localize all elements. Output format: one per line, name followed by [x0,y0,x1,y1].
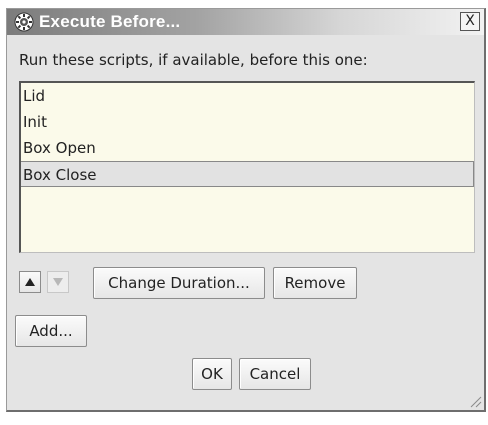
scripts-list[interactable]: Lid Init Box Open Box Close [19,81,475,253]
add-button[interactable]: Add... [15,315,87,347]
gear-icon [13,11,35,33]
list-item[interactable]: Box Open [21,135,474,161]
triangle-down-icon [53,278,63,286]
resize-grip[interactable] [468,394,482,408]
title-bar[interactable]: Execute Before... X [7,9,484,35]
execute-before-dialog: Execute Before... X Run these scripts, i… [6,8,486,412]
instruction-label: Run these scripts, if available, before … [19,51,368,69]
close-button[interactable]: X [460,12,480,31]
triangle-up-icon [25,278,35,286]
list-item[interactable]: Lid [21,83,474,109]
move-up-button[interactable] [19,271,41,293]
cancel-button[interactable]: Cancel [239,358,311,390]
change-duration-button[interactable]: Change Duration... [93,267,265,299]
list-item[interactable]: Box Close [21,161,474,187]
ok-button[interactable]: OK [192,358,232,390]
dialog-title: Execute Before... [39,12,181,31]
remove-button[interactable]: Remove [273,267,357,299]
move-down-button[interactable] [47,271,69,293]
list-item[interactable]: Init [21,109,474,135]
